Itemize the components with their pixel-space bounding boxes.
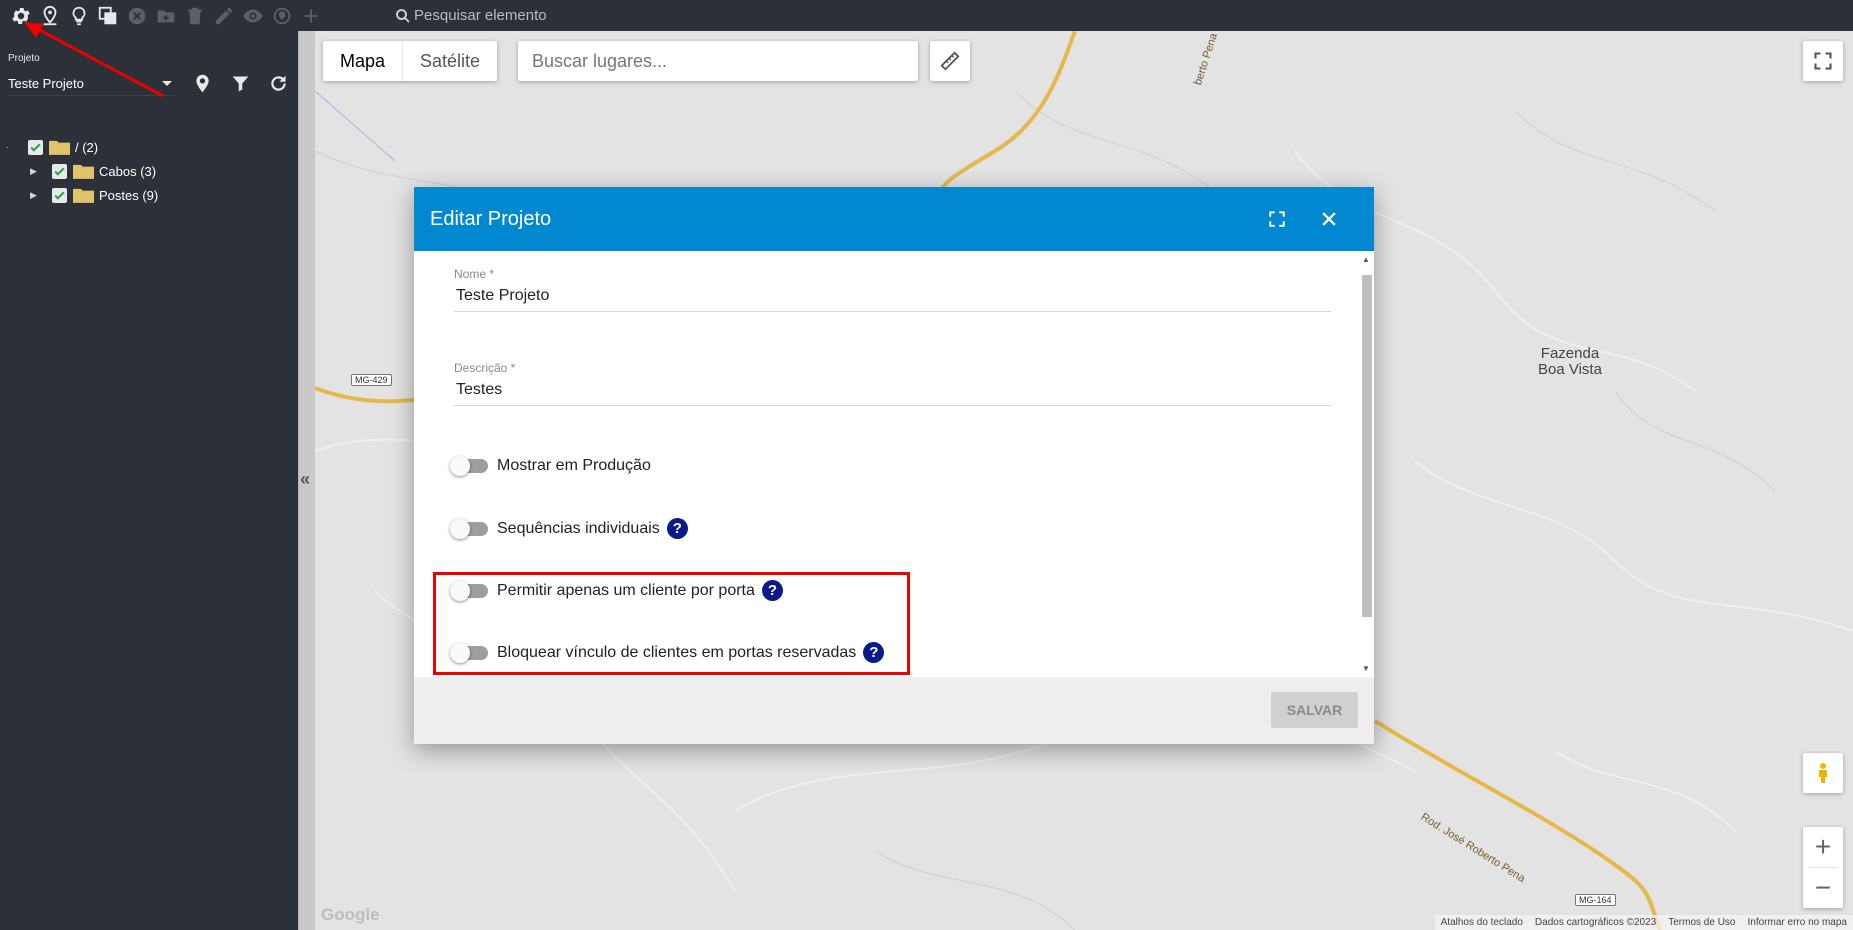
tree-item-label: / (2) (75, 139, 99, 155)
places-search-input[interactable]: Buscar lugares... (518, 41, 918, 81)
place-label-line1: Fazenda (1540, 345, 1600, 362)
layer-tree: · / (2) ▶ Cabos (3) ▶ Postes (9) (0, 135, 158, 207)
sidebar: Projeto Teste Projeto · / (2) ▶ Cabos (3… (0, 31, 298, 930)
road-shield: MG-429 (351, 374, 392, 386)
location-target-icon[interactable] (267, 0, 296, 31)
name-label: Nome * (454, 267, 495, 281)
maximize-button[interactable] (1262, 204, 1292, 234)
terms-link[interactable]: Termos de Uso (1662, 915, 1741, 930)
toggle-row-individual-sequences: Sequências individuais ? (450, 518, 688, 539)
folder-icon (73, 188, 94, 203)
name-input[interactable]: Teste Projeto (454, 281, 1331, 311)
description-label: Descrição * (454, 361, 516, 375)
report-error-link[interactable]: Informar erro no mapa (1742, 915, 1853, 930)
tree-checkbox[interactable] (52, 187, 67, 203)
sidebar-tools (183, 69, 297, 97)
scrollbar-thumb[interactable] (1362, 275, 1372, 617)
checkmark-icon (54, 190, 65, 200)
pencil-icon[interactable] (209, 0, 238, 31)
highlight-box (433, 572, 910, 675)
tree-item-root[interactable]: · / (2) (0, 135, 158, 159)
element-search[interactable]: Pesquisar elemento (394, 0, 547, 31)
collapse-sidebar-icon[interactable]: « (300, 469, 310, 490)
fullscreen-icon (1814, 52, 1832, 70)
tree-item-label: Cabos (3) (99, 163, 157, 179)
eye-icon[interactable] (238, 0, 267, 31)
tree-checkbox[interactable] (28, 139, 43, 155)
zoom-in-button[interactable]: + (1803, 827, 1843, 867)
save-button[interactable]: SALVAR (1271, 692, 1358, 728)
plus-icon[interactable] (296, 0, 325, 31)
checkmark-icon (30, 142, 41, 152)
refresh-button[interactable] (259, 69, 297, 97)
keyboard-shortcuts-link[interactable]: Atalhos do teclado (1435, 915, 1529, 930)
individual-sequences-switch[interactable] (450, 518, 488, 539)
folder-icon (73, 164, 94, 179)
measure-button[interactable] (930, 41, 970, 81)
place-label-line2: Boa Vista (1538, 361, 1602, 378)
checkmark-icon (54, 166, 65, 176)
map-type-satellite-button[interactable]: Satélite (403, 41, 497, 81)
description-field[interactable]: Descrição * Testes (454, 361, 1331, 406)
element-search-placeholder: Pesquisar elemento (414, 7, 547, 24)
map-data-text: Dados cartográficos ©2023 (1534, 917, 1657, 928)
dialog-footer: SALVAR (414, 677, 1374, 744)
toggle-row-show-production: Mostrar em Produção (450, 456, 651, 476)
dialog-title: Editar Projeto (430, 207, 552, 230)
show-production-switch[interactable] (450, 456, 488, 476)
toggle-label: Sequências individuais (497, 519, 660, 537)
google-logo: Google (321, 905, 380, 924)
tree-item-postes[interactable]: ▶ Postes (9) (0, 183, 158, 207)
close-button[interactable] (1314, 204, 1344, 234)
map-type-control: Mapa Satélite (323, 41, 498, 81)
chevron-right-icon[interactable]: ▶ (30, 166, 40, 177)
refresh-icon (270, 75, 286, 91)
tree-checkbox[interactable] (52, 163, 67, 179)
dialog-scrollbar[interactable]: ▲ ▼ (1360, 255, 1372, 673)
zoom-out-button[interactable]: − (1803, 868, 1843, 908)
dialog-header: Editar Projeto (414, 187, 1374, 251)
fullscreen-icon (1269, 211, 1285, 227)
tree-dot-icon: · (6, 142, 9, 152)
sidebar-splitter[interactable]: « (298, 31, 315, 930)
help-icon[interactable]: ? (666, 518, 688, 539)
tree-item-label: Postes (9) (99, 187, 159, 203)
scroll-up-icon[interactable]: ▲ (1362, 255, 1370, 264)
pegman-icon (1819, 763, 1827, 783)
ruler-icon (940, 51, 960, 71)
road-shield: MG-164 (1575, 894, 1616, 906)
close-icon (1322, 212, 1336, 226)
top-toolbar: Pesquisar elemento (0, 0, 1853, 31)
description-input[interactable]: Testes (454, 375, 1331, 405)
place-label: Fazenda Boa Vista (1538, 346, 1602, 378)
name-field[interactable]: Nome * Teste Projeto (454, 267, 1331, 312)
scroll-down-icon[interactable]: ▼ (1362, 664, 1370, 673)
dialog-header-buttons (1240, 204, 1344, 234)
annotation-arrow (24, 22, 164, 98)
map-type-map-button[interactable]: Mapa (323, 41, 404, 81)
filter-icon (232, 76, 248, 91)
search-icon (396, 8, 410, 23)
filter-button[interactable] (221, 69, 259, 97)
zoom-control: + − (1803, 827, 1843, 908)
folder-icon (49, 140, 70, 155)
switch-knob (450, 456, 470, 476)
street-view-button[interactable] (1803, 753, 1843, 793)
chevron-right-icon[interactable]: ▶ (30, 190, 40, 201)
tree-item-cabos[interactable]: ▶ Cabos (3) (0, 159, 158, 183)
toggle-label: Mostrar em Produção (497, 457, 651, 474)
map-attribution: Atalhos do teclado Dados cartográficos ©… (1434, 915, 1853, 930)
map-fullscreen-button[interactable] (1803, 41, 1843, 81)
switch-knob (450, 518, 470, 539)
